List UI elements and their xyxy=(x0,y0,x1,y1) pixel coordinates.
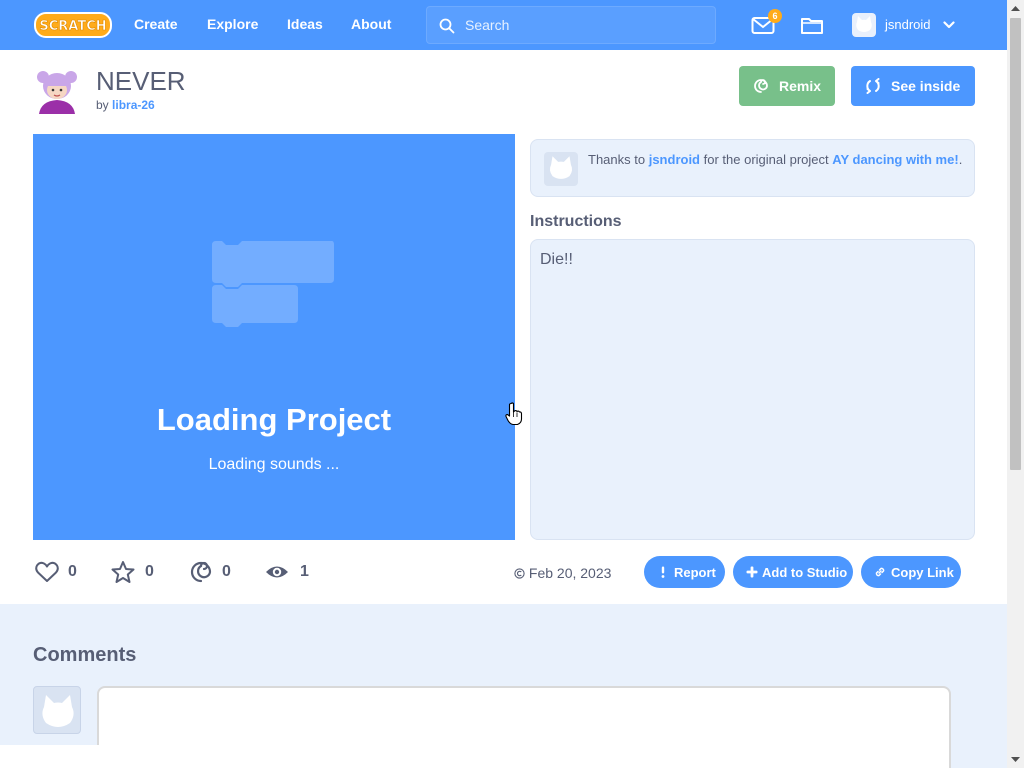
share-date-text: Feb 20, 2023 xyxy=(528,565,612,581)
by-prefix: by xyxy=(96,98,109,112)
views-eye-icon xyxy=(266,566,288,578)
remix-count: 0 xyxy=(222,563,231,580)
add-to-studio-button[interactable]: Add to Studio xyxy=(733,556,853,588)
scroll-down-arrow-icon[interactable] xyxy=(1007,751,1024,768)
cat-avatar-icon xyxy=(42,695,74,727)
credit-user-link[interactable]: jsndroid xyxy=(649,152,700,167)
see-inside-button[interactable]: See inside xyxy=(851,66,975,106)
plus-icon xyxy=(746,566,758,578)
view-count: 1 xyxy=(300,563,309,580)
nav-link-create[interactable]: Create xyxy=(134,16,178,32)
report-label: Report xyxy=(674,565,716,580)
svg-text:SCRATCH: SCRATCH xyxy=(39,19,106,34)
scrollbar-thumb[interactable] xyxy=(1010,18,1021,470)
author-link[interactable]: libra-26 xyxy=(112,98,155,112)
remix-count-icon xyxy=(190,561,212,583)
cat-avatar-icon xyxy=(856,16,872,32)
favorite-star-icon[interactable] xyxy=(110,560,136,584)
top-navbar: SCRATCH Create Explore Ideas About 6 jsn… xyxy=(0,0,1007,50)
copyright-icon xyxy=(514,568,525,579)
nav-username[interactable]: jsndroid xyxy=(885,17,931,32)
see-inside-label: See inside xyxy=(891,78,961,94)
nav-link-about[interactable]: About xyxy=(351,16,391,32)
my-stuff-folder-icon[interactable] xyxy=(800,15,824,35)
original-project-link[interactable]: AY dancing with me! xyxy=(832,152,958,167)
loading-title: Loading Project xyxy=(156,402,392,437)
commenter-avatar xyxy=(33,686,81,734)
scroll-up-arrow-icon[interactable] xyxy=(1007,0,1024,17)
nav-link-ideas[interactable]: Ideas xyxy=(287,16,323,32)
remix-credit-box: Thanks to jsndroid for the original proj… xyxy=(530,139,975,197)
message-count-badge: 6 xyxy=(768,9,782,23)
credit-middle: for the original project xyxy=(703,152,829,167)
credit-text: Thanks to jsndroid for the original proj… xyxy=(588,152,966,168)
user-avatar[interactable] xyxy=(852,13,876,37)
love-heart-icon[interactable] xyxy=(34,560,60,584)
project-author-line: by libra-26 xyxy=(96,98,155,112)
chevron-down-icon[interactable] xyxy=(943,20,955,30)
search-input[interactable] xyxy=(465,15,705,35)
link-icon xyxy=(875,567,885,577)
author-avatar[interactable] xyxy=(33,66,81,114)
remix-label: Remix xyxy=(779,78,822,94)
report-button[interactable]: Report xyxy=(644,556,725,588)
instructions-heading: Instructions xyxy=(530,213,622,230)
remix-icon xyxy=(754,79,768,93)
cat-avatar-icon xyxy=(549,156,573,179)
project-title: NEVER xyxy=(96,66,186,96)
love-count: 0 xyxy=(68,563,77,580)
comments-section: Comments xyxy=(0,604,1007,768)
credit-prefix: Thanks to xyxy=(588,152,646,167)
see-inside-icon xyxy=(866,78,880,94)
copy-link-label: Copy Link xyxy=(891,565,954,580)
page-scrollbar[interactable] xyxy=(1007,0,1024,768)
credit-suffix: . xyxy=(958,152,963,167)
remix-button[interactable]: Remix xyxy=(739,66,835,106)
copy-link-button[interactable]: Copy Link xyxy=(861,556,961,588)
share-date: Feb 20, 2023 xyxy=(514,565,611,581)
project-stage[interactable]: Loading Project Loading sounds ... xyxy=(33,134,515,540)
loading-status: Loading sounds ... xyxy=(208,456,340,473)
scratch-logo[interactable]: SCRATCH xyxy=(34,11,112,39)
search-bar[interactable] xyxy=(426,6,716,44)
credit-user-avatar[interactable] xyxy=(544,152,578,186)
favorite-count: 0 xyxy=(145,563,154,580)
comments-heading: Comments xyxy=(33,644,137,666)
hand-cursor-icon xyxy=(505,402,523,426)
exclamation-icon xyxy=(661,566,665,578)
loading-blocks-icon xyxy=(212,241,334,327)
bottom-overlay-strip xyxy=(0,745,340,768)
instructions-text: Die!! xyxy=(530,239,975,540)
nav-link-explore[interactable]: Explore xyxy=(207,16,258,32)
search-icon xyxy=(439,18,455,34)
add-to-studio-label: Add to Studio xyxy=(762,565,848,580)
